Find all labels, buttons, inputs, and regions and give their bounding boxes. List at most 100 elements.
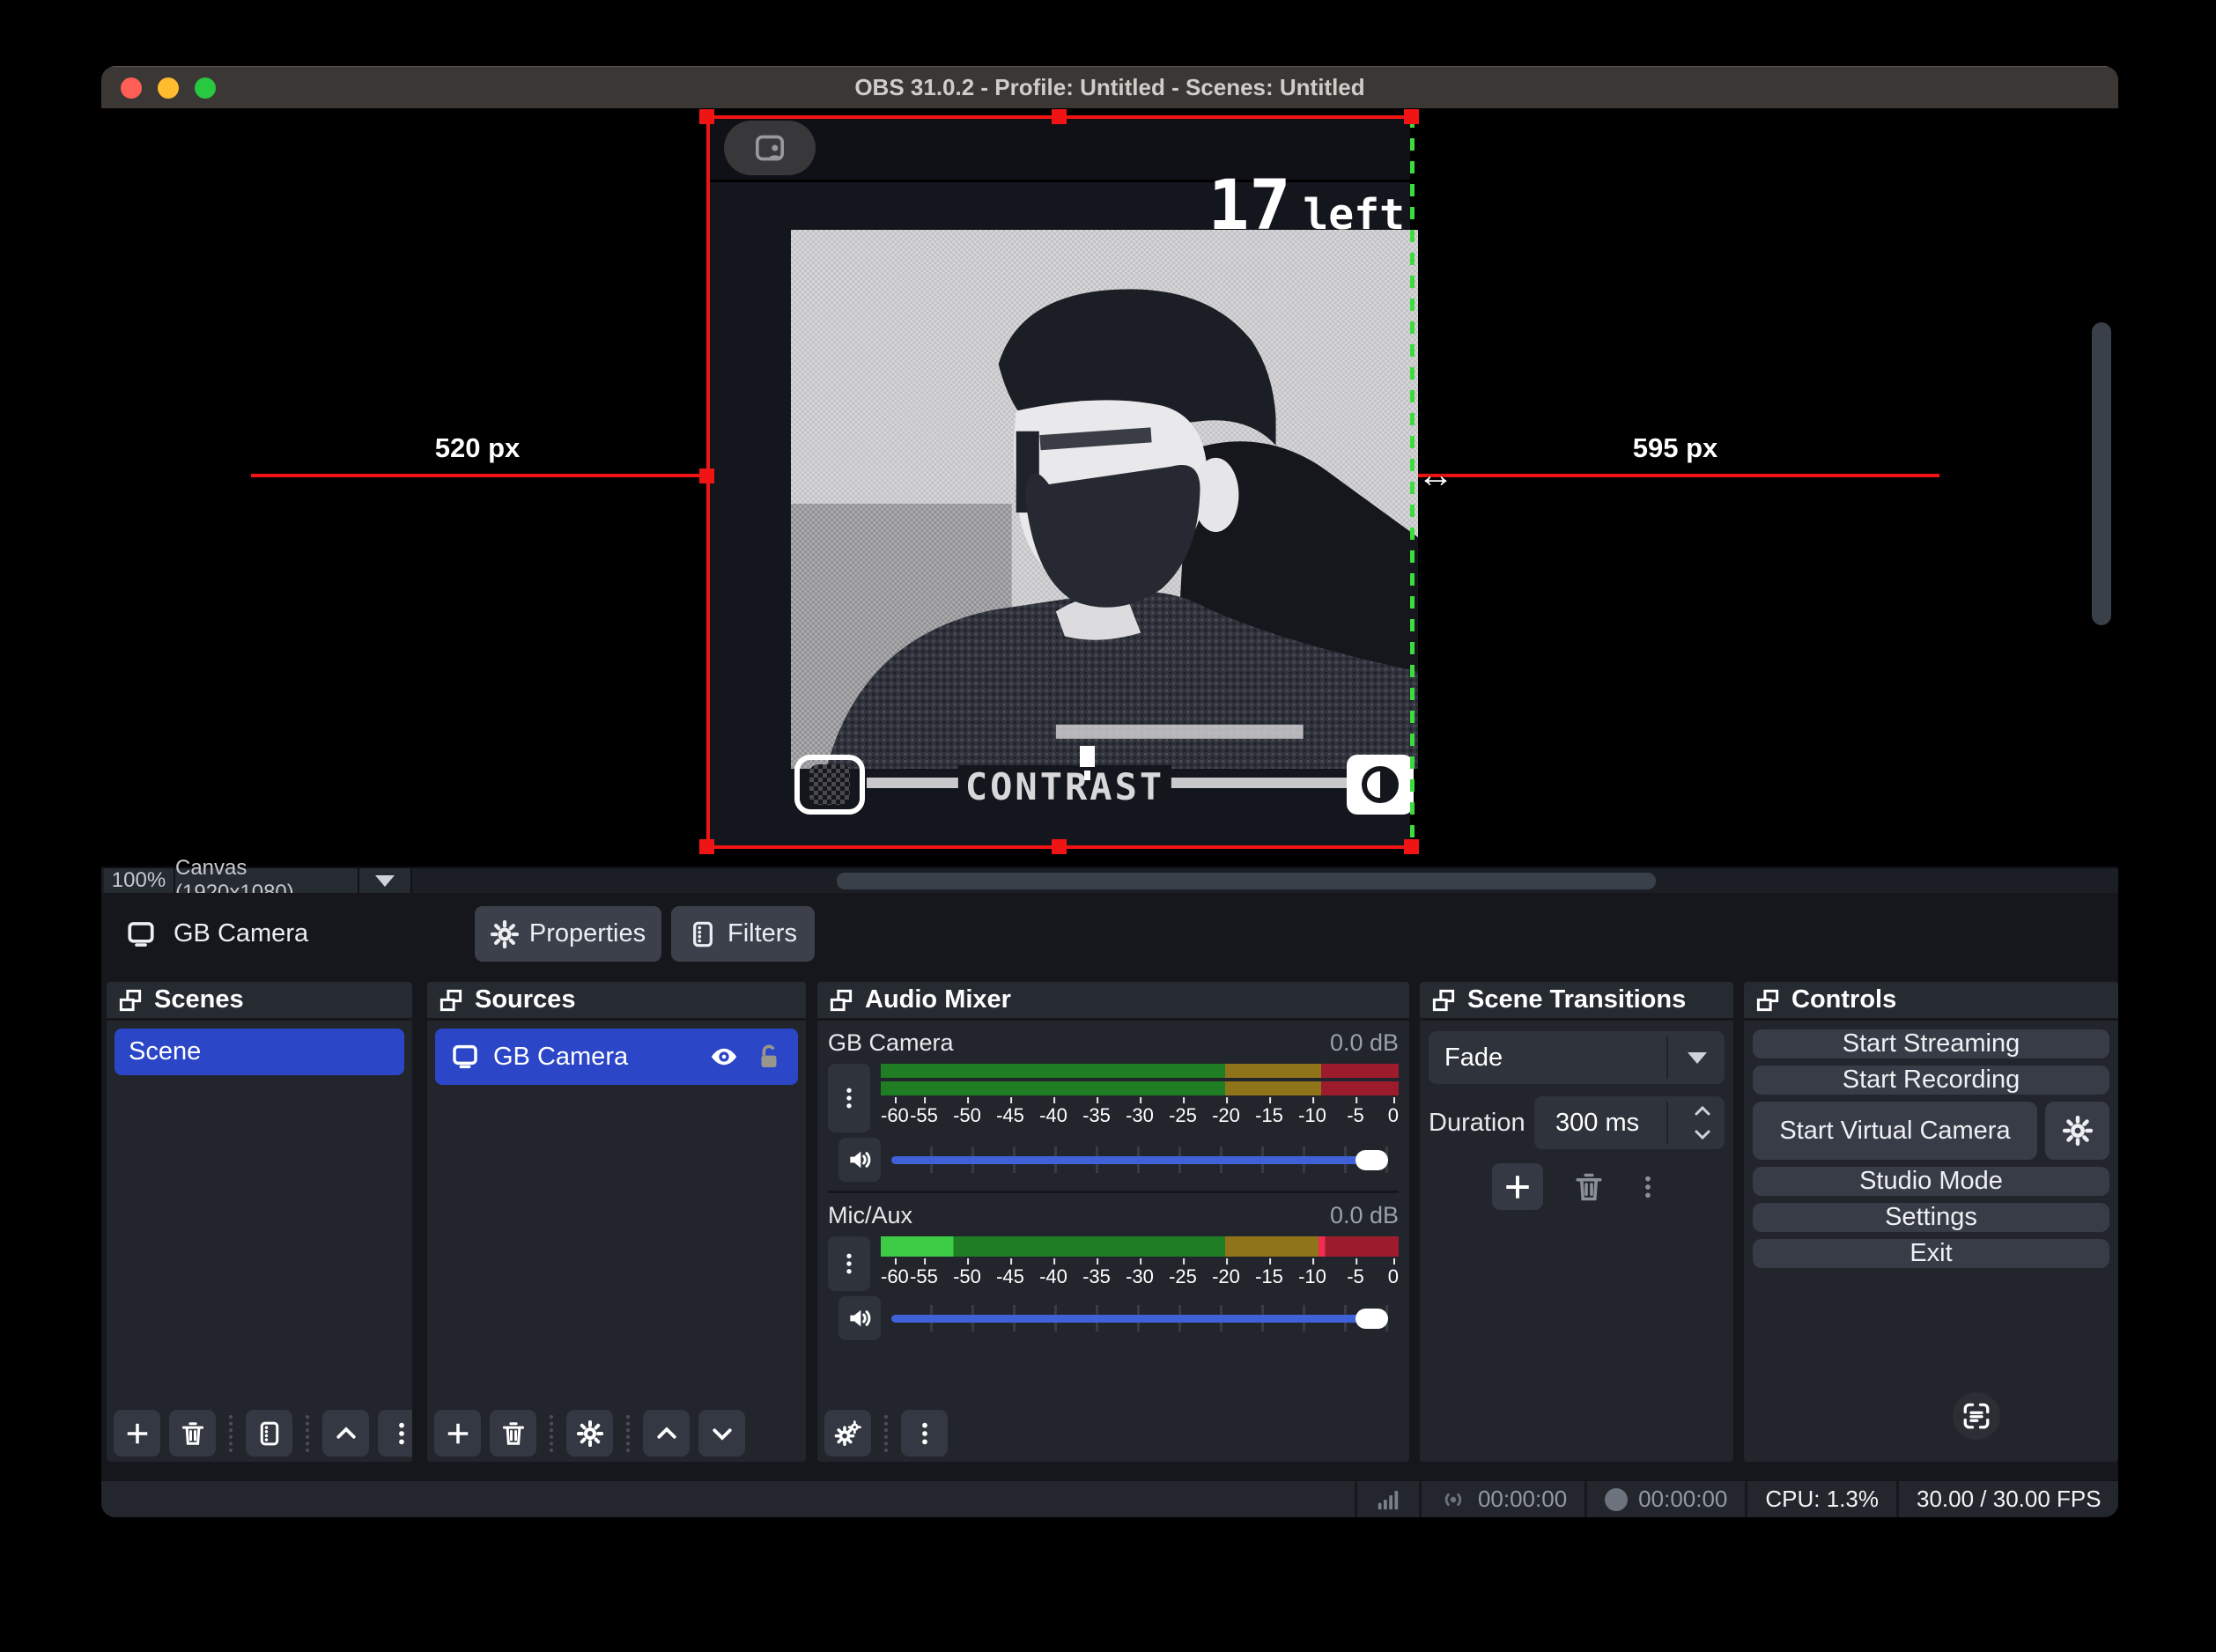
start-virtual-camera-button[interactable]: Start Virtual Camera bbox=[1753, 1102, 2037, 1160]
filter-icon bbox=[689, 920, 717, 948]
sources-panel: Sources GB Camera bbox=[427, 982, 806, 1462]
mute-speaker-button[interactable] bbox=[838, 1138, 881, 1182]
audio-mixer-header[interactable]: Audio Mixer bbox=[817, 982, 1409, 1021]
transition-select[interactable]: Fade bbox=[1429, 1031, 1725, 1084]
zoom-level[interactable]: 100% bbox=[104, 868, 175, 893]
settings-button[interactable]: Settings bbox=[1753, 1203, 2109, 1232]
duration-label: Duration bbox=[1429, 1109, 1525, 1138]
zoom-window-button[interactable] bbox=[195, 77, 216, 99]
canvas-dropdown[interactable] bbox=[359, 868, 412, 893]
scene-more-button[interactable] bbox=[378, 1410, 412, 1457]
mute-speaker-button[interactable] bbox=[838, 1296, 881, 1340]
unlock-icon[interactable] bbox=[754, 1042, 784, 1072]
scenes-panel: Scenes Scene bbox=[107, 982, 412, 1462]
screen-capture-overlay-badge[interactable] bbox=[1953, 1392, 2000, 1440]
canvas-size-label[interactable]: Canvas (1920x1080) bbox=[175, 868, 359, 893]
scenes-toolbar bbox=[114, 1410, 412, 1457]
add-scene-button[interactable] bbox=[114, 1410, 160, 1457]
panel-icon bbox=[438, 987, 464, 1014]
meter-tick-label: -25 bbox=[1169, 1265, 1197, 1288]
speaker-icon bbox=[846, 1146, 874, 1174]
add-transition-button[interactable] bbox=[1492, 1163, 1543, 1210]
preview-horizontal-scrollbar[interactable] bbox=[837, 873, 1656, 889]
move-source-up-button[interactable] bbox=[643, 1410, 690, 1457]
scene-list-item[interactable]: Scene bbox=[114, 1029, 404, 1075]
source-list-item[interactable]: GB Camera bbox=[435, 1029, 798, 1085]
meter-tick-label: -45 bbox=[996, 1265, 1024, 1288]
meter-tick-label: -30 bbox=[1126, 1265, 1154, 1288]
gb-camera-source[interactable]: 17 left bbox=[710, 115, 1410, 845]
measure-label-left: 520 px bbox=[435, 432, 521, 464]
channel-options-button[interactable] bbox=[828, 1236, 870, 1291]
meter-scale: -60-55-50-45-40-35-30-25-20-15-10-50 bbox=[881, 1258, 1399, 1288]
gameboy-camera-photo bbox=[791, 230, 1418, 769]
duration-spinner[interactable]: 300 ms bbox=[1534, 1096, 1725, 1149]
remove-scene-button[interactable] bbox=[169, 1410, 216, 1457]
plus-icon bbox=[445, 1420, 471, 1447]
resize-handle-mid-left[interactable] bbox=[699, 468, 714, 483]
title-bar[interactable]: OBS 31.0.2 - Profile: Untitled - Scenes:… bbox=[101, 66, 2118, 108]
scene-transitions-header[interactable]: Scene Transitions bbox=[1420, 982, 1733, 1021]
broadcast-icon bbox=[1439, 1486, 1467, 1513]
meter-tick-label: -10 bbox=[1298, 1104, 1326, 1127]
dots-vertical-icon bbox=[1635, 1172, 1661, 1202]
meter-tick-label: -60 bbox=[881, 1265, 909, 1288]
resize-handle-bottom-left[interactable] bbox=[699, 839, 714, 854]
spinner-arrows[interactable] bbox=[1691, 1101, 1714, 1145]
scene-filters-button[interactable] bbox=[246, 1410, 292, 1457]
obs-window: OBS 31.0.2 - Profile: Untitled - Scenes:… bbox=[101, 66, 2118, 1517]
channel-level: 0.0 dB bbox=[1330, 1202, 1399, 1229]
channel-options-button[interactable] bbox=[828, 1064, 870, 1132]
move-scene-up-button[interactable] bbox=[322, 1410, 369, 1457]
volume-slider[interactable] bbox=[891, 1305, 1388, 1331]
mixer-more-button[interactable] bbox=[901, 1410, 948, 1457]
plus-icon bbox=[124, 1420, 151, 1447]
properties-button[interactable]: Properties bbox=[475, 906, 661, 962]
preview-canvas[interactable]: 520 px 595 px 17 left bbox=[101, 108, 2118, 867]
filters-button[interactable]: Filters bbox=[671, 906, 815, 962]
measure-line-right bbox=[1415, 474, 1939, 477]
minimize-window-button[interactable] bbox=[158, 77, 179, 99]
preview-vertical-scrollbar[interactable] bbox=[2092, 322, 2111, 625]
resize-handle-top-right[interactable] bbox=[1404, 109, 1419, 124]
resize-handle-bottom-right[interactable] bbox=[1404, 839, 1419, 854]
desktop: OBS 31.0.2 - Profile: Untitled - Scenes:… bbox=[0, 0, 2216, 1652]
volume-slider-handle[interactable] bbox=[1355, 1309, 1388, 1329]
studio-mode-button[interactable]: Studio Mode bbox=[1753, 1167, 2109, 1196]
contrast-slider-handle[interactable] bbox=[1080, 746, 1095, 767]
meter-tick-label: -45 bbox=[996, 1104, 1024, 1127]
resize-handle-bottom-center[interactable] bbox=[1052, 839, 1067, 854]
meter-tick-label: 0 bbox=[1388, 1104, 1399, 1127]
scenes-panel-header[interactable]: Scenes bbox=[107, 982, 412, 1021]
add-source-button[interactable] bbox=[434, 1410, 481, 1457]
virtual-camera-settings-button[interactable] bbox=[2045, 1102, 2109, 1160]
chevron-down-icon[interactable] bbox=[1691, 1124, 1714, 1145]
preview-status-row: 100% Canvas (1920x1080) bbox=[101, 867, 2118, 893]
chevron-up-icon[interactable] bbox=[1691, 1101, 1714, 1122]
resize-handle-top-left[interactable] bbox=[699, 109, 714, 124]
eye-visible-icon[interactable] bbox=[706, 1042, 742, 1072]
camera-pill-button[interactable] bbox=[724, 121, 816, 175]
remove-transition-button[interactable] bbox=[1573, 1171, 1605, 1203]
volume-slider-handle[interactable] bbox=[1355, 1150, 1388, 1170]
cpu-usage: CPU: 1.3% bbox=[1745, 1481, 1896, 1517]
start-recording-button[interactable]: Start Recording bbox=[1753, 1066, 2109, 1095]
move-source-down-button[interactable] bbox=[698, 1410, 745, 1457]
transition-more-button[interactable] bbox=[1635, 1172, 1661, 1202]
exit-button[interactable]: Exit bbox=[1753, 1239, 2109, 1268]
remove-source-button[interactable] bbox=[490, 1410, 536, 1457]
record-time: 00:00:00 bbox=[1638, 1486, 1727, 1513]
camera-portrait-icon bbox=[752, 130, 787, 166]
panel-icon bbox=[1754, 987, 1781, 1014]
source-properties-button[interactable] bbox=[566, 1410, 613, 1457]
controls-header[interactable]: Controls bbox=[1744, 982, 2118, 1021]
sources-panel-header[interactable]: Sources bbox=[427, 982, 806, 1021]
start-streaming-button[interactable]: Start Streaming bbox=[1753, 1029, 2109, 1058]
volume-slider[interactable] bbox=[891, 1147, 1388, 1173]
chevron-up-icon bbox=[654, 1420, 680, 1447]
resize-handle-top-center[interactable] bbox=[1052, 109, 1067, 124]
advanced-audio-button[interactable] bbox=[824, 1410, 871, 1457]
close-window-button[interactable] bbox=[121, 77, 142, 99]
sources-panel-title: Sources bbox=[475, 985, 575, 1014]
properties-button-label: Properties bbox=[529, 919, 646, 948]
